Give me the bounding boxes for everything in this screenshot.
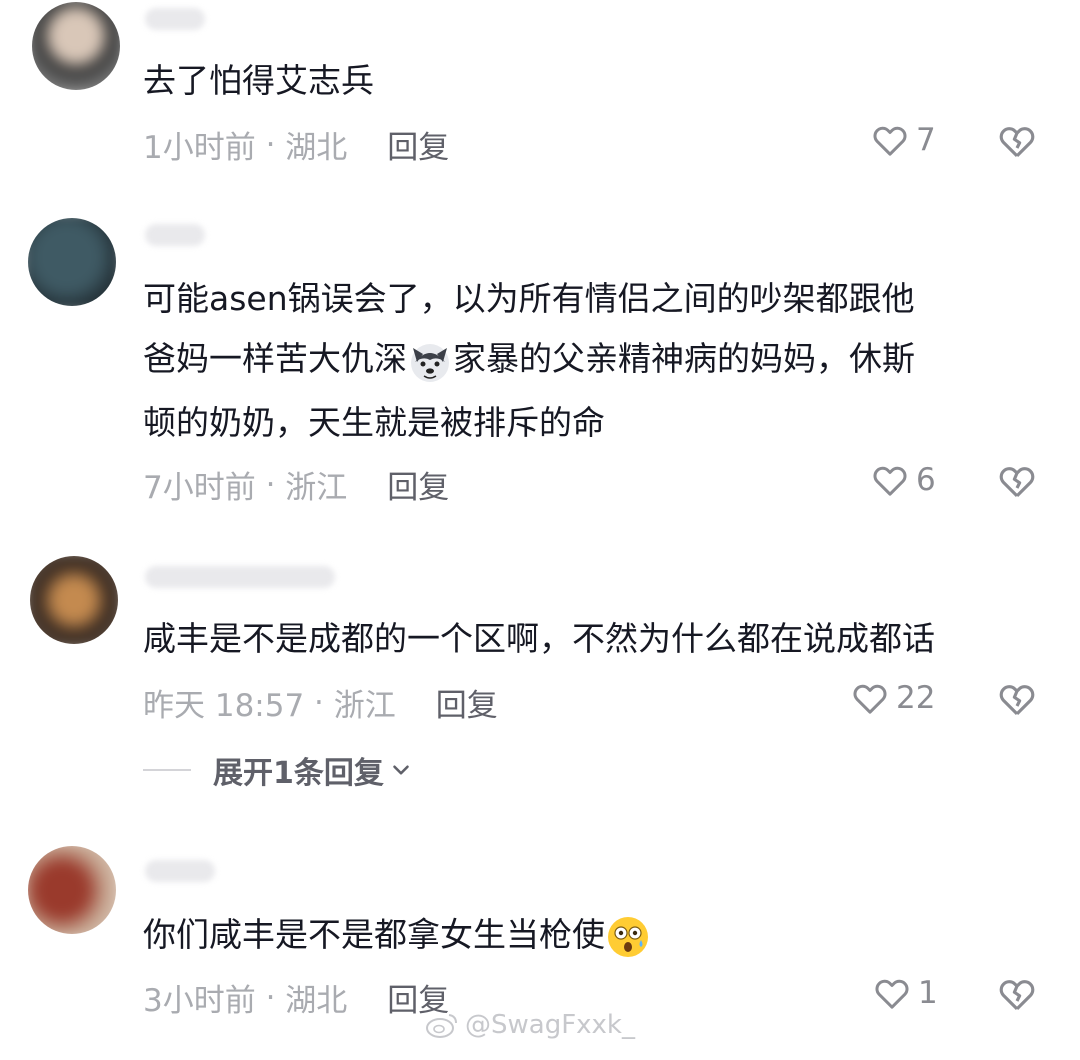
avatar[interactable]	[32, 2, 120, 90]
comment-meta: 3小时前 · 湖北 回复	[143, 975, 449, 1020]
divider-line	[143, 769, 191, 771]
meta-separator: ·	[255, 979, 286, 1016]
comment-time: 7小时前	[143, 470, 256, 506]
shocked-emoji	[608, 916, 648, 957]
broken-heart-icon[interactable]	[996, 460, 1038, 502]
weibo-icon	[426, 1014, 457, 1038]
comment-location: 浙江	[333, 688, 396, 724]
comment-text: 你们咸丰是不是都拿女生当枪使	[143, 902, 651, 968]
comment-text: 去了怕得艾志兵	[143, 61, 374, 100]
heart-icon	[875, 979, 909, 1009]
comment-meta: 昨天 18:57 · 浙江 回复	[143, 680, 498, 725]
like-count: 1	[918, 975, 938, 1011]
meta-separator: ·	[304, 684, 334, 721]
like-button[interactable]: 22	[850, 678, 935, 718]
reply-button[interactable]: 回复	[436, 680, 498, 725]
broken-heart-icon[interactable]	[996, 120, 1038, 162]
comment-text: 顿的奶奶，天生就是被排斥的命	[143, 403, 605, 442]
comment-location: 浙江	[285, 470, 348, 506]
wolf-emoji	[411, 343, 449, 382]
reply-button[interactable]: 回复	[387, 462, 449, 507]
broken-heart-icon[interactable]	[996, 678, 1038, 720]
avatar[interactable]	[30, 556, 118, 644]
meta-separator: ·	[255, 466, 286, 503]
comment-location: 湖北	[285, 983, 348, 1019]
broken-heart-icon[interactable]	[996, 973, 1038, 1015]
meta-separator: ·	[255, 126, 286, 163]
comment-text-part: 爸妈一样苦大仇深	[143, 339, 407, 378]
comment-time: 3小时前	[143, 983, 256, 1019]
avatar[interactable]	[28, 218, 116, 306]
expand-replies-label: 展开1条回复	[213, 756, 384, 791]
watermark: @SwagFxxk_	[425, 1010, 635, 1040]
comment-text: 可能asen锅误会了，以为所有情侣之间的吵架都跟他	[143, 279, 915, 318]
comment-time: 昨天 18:57	[143, 688, 305, 724]
reply-button[interactable]: 回复	[387, 122, 449, 167]
watermark-text: @SwagFxxk_	[465, 1010, 635, 1040]
expand-replies-button[interactable]: 展开1条回复	[143, 748, 414, 792]
comment-meta: 1小时前 · 湖北 回复	[143, 122, 449, 167]
heart-icon	[873, 466, 907, 496]
comment-text: 咸丰是不是成都的一个区啊，不然为什么都在说成都话	[143, 619, 935, 658]
like-count: 6	[916, 462, 936, 498]
comment-text-part: 你们咸丰是不是都拿女生当枪使	[143, 915, 605, 954]
avatar[interactable]	[28, 846, 116, 934]
username[interactable]	[145, 8, 205, 30]
like-button[interactable]: 7	[870, 120, 936, 160]
heart-icon	[853, 684, 887, 714]
chevron-down-icon	[393, 765, 409, 775]
like-button[interactable]: 1	[872, 973, 938, 1013]
like-count: 7	[916, 122, 936, 158]
username[interactable]	[145, 860, 215, 882]
comment-location: 湖北	[285, 130, 348, 166]
comment-text: 爸妈一样苦大仇深 家暴的父亲精神病的妈妈，休斯	[143, 326, 915, 392]
like-count: 22	[896, 680, 936, 716]
username[interactable]	[145, 224, 205, 246]
comment-time: 1小时前	[143, 130, 256, 166]
like-button[interactable]: 6	[870, 460, 936, 500]
username[interactable]	[145, 566, 335, 588]
comment-text-part: 家暴的父亲精神病的妈妈，休斯	[453, 339, 915, 378]
comment-meta: 7小时前 · 浙江 回复	[143, 462, 449, 507]
heart-icon	[873, 126, 907, 156]
